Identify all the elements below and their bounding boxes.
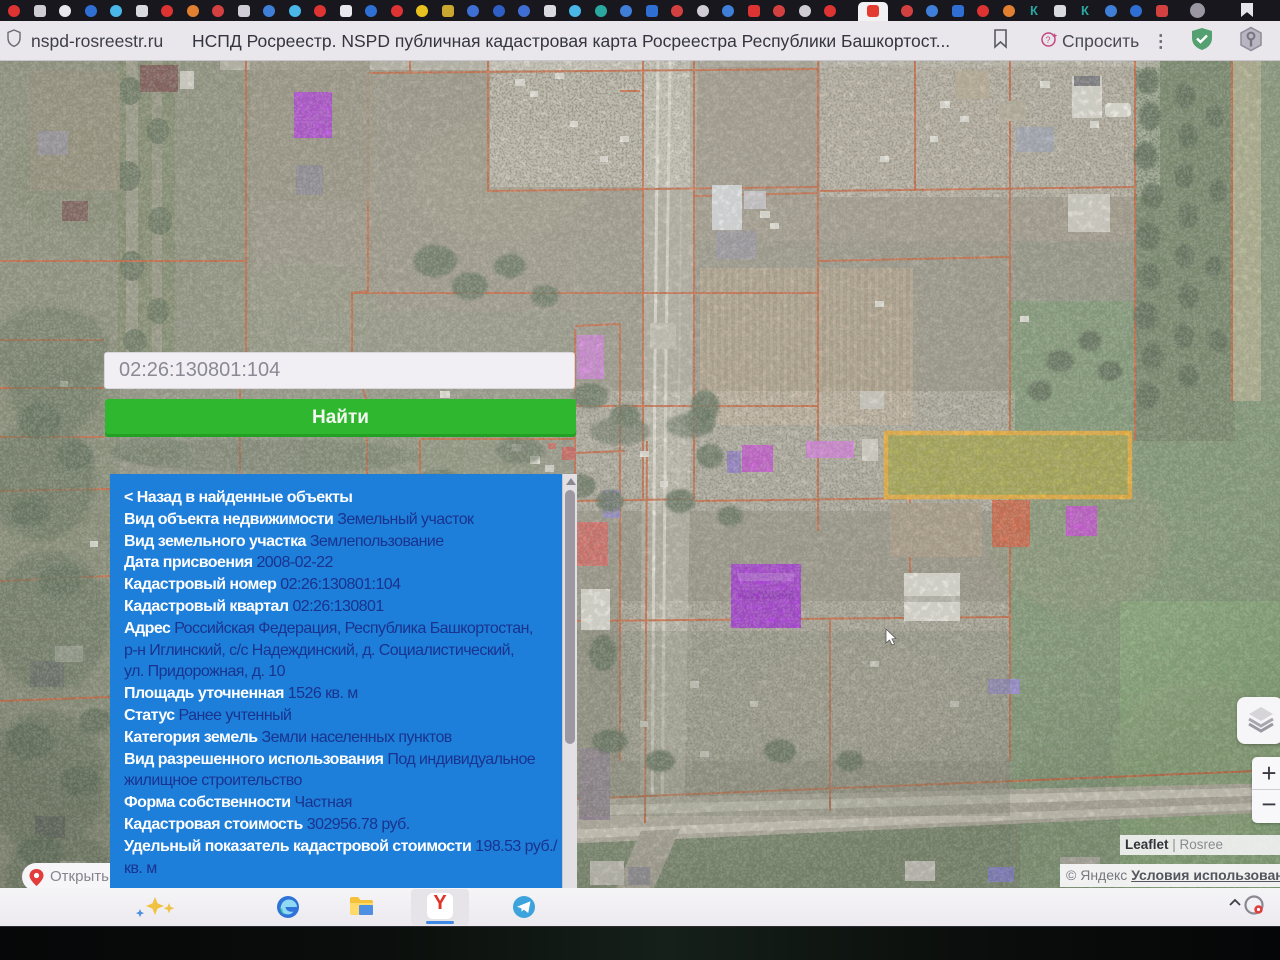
svg-text:?: ?	[1046, 35, 1051, 45]
